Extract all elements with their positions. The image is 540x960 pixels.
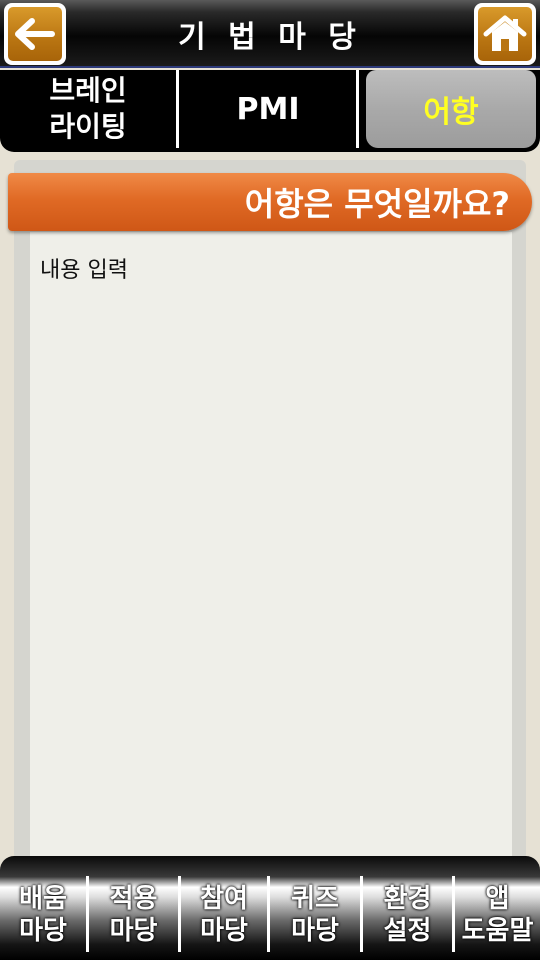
tab-pmi[interactable]: PMI	[180, 70, 356, 148]
nav-participate[interactable]: 참여 마당	[181, 876, 267, 954]
nav-label-line2: 마당	[200, 916, 248, 946]
content-area	[30, 232, 512, 860]
nav-label-line2: 도움말	[461, 916, 534, 946]
nav-label-line1: 퀴즈	[291, 884, 339, 914]
home-button[interactable]	[474, 3, 536, 65]
tab-divider	[176, 70, 179, 148]
nav-settings[interactable]: 환경 설정	[363, 876, 452, 954]
nav-help[interactable]: 앱 도움말	[455, 876, 540, 954]
nav-label-line2: 마당	[291, 916, 339, 946]
tab-divider	[356, 70, 359, 148]
tab-bar: 브레인 라이팅 PMI 어항	[0, 70, 540, 152]
section-heading: 어항은 무엇일까요?	[8, 173, 532, 231]
nav-learning[interactable]: 배움 마당	[0, 876, 86, 954]
home-icon	[483, 15, 527, 51]
nav-label-line1: 앱	[485, 884, 510, 914]
nav-label-line1: 참여	[200, 884, 248, 914]
tab-label-line1: 브레인	[49, 74, 127, 107]
tab-fishbowl[interactable]: 어항	[366, 70, 536, 148]
tab-label-line2: 라이팅	[49, 110, 127, 143]
tab-brainwriting[interactable]: 브레인 라이팅	[0, 70, 176, 148]
nav-label-line2: 마당	[19, 916, 67, 946]
nav-label-line1: 환경	[383, 884, 432, 914]
nav-label-line2: 마당	[109, 916, 158, 946]
arrow-left-icon	[15, 18, 55, 50]
content-body: 내용 입력	[40, 258, 128, 283]
nav-quiz[interactable]: 퀴즈 마당	[270, 876, 360, 954]
nav-label-line2: 설정	[383, 916, 432, 946]
nav-label-line1: 적용	[109, 884, 158, 914]
page-title: 기 법 마 당	[178, 20, 362, 55]
nav-label-line1: 배움	[19, 884, 67, 914]
nav-apply[interactable]: 적용 마당	[89, 876, 178, 954]
bottom-nav: 배움 마당 적용 마당 참여 마당 퀴즈 마당 환경 설정 앱 도움말	[0, 856, 540, 960]
tab-label: PMI	[236, 91, 300, 127]
tab-label: 어항	[423, 95, 479, 130]
back-button[interactable]	[4, 3, 66, 65]
title-bar: 기 법 마 당	[0, 0, 540, 68]
section-heading-text: 어항은 무엇일까요?	[244, 185, 510, 223]
